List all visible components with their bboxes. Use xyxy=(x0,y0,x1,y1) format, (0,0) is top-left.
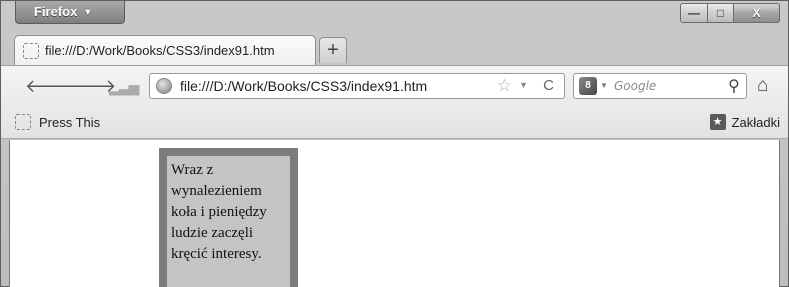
bookmark-favicon-icon xyxy=(15,114,31,130)
new-tab-button[interactable]: + xyxy=(319,37,347,63)
star-bookmark-icon[interactable]: ☆ xyxy=(497,76,512,96)
maximize-icon: □ xyxy=(716,6,725,20)
tab-active[interactable]: file:///D:/Work/Books/CSS3/index91.htm xyxy=(14,35,316,65)
minimize-button[interactable]: — xyxy=(680,3,708,23)
search-icon[interactable]: ⚲ xyxy=(728,76,740,96)
bookmark-label: Press This xyxy=(39,114,101,130)
firefox-menu-label: Firefox xyxy=(34,4,78,19)
window-controls: — □ X xyxy=(680,3,780,25)
paragraph-text: Wraz z wynalezieniem koła i pieniędzy lu… xyxy=(171,162,267,262)
navigation-toolbar: 🡐 🡒 ▂▃▅ file:///D:/Work/Books/CSS3/index… xyxy=(1,65,788,107)
browser-window: Firefox ▼ — □ X file:///D:/Work/Books/CSS… xyxy=(0,0,789,287)
bookmarks-menu-button[interactable]: ★ Zakładki xyxy=(709,114,780,130)
close-button[interactable]: X xyxy=(734,3,780,23)
globe-icon xyxy=(156,78,172,94)
signal-strength-icon: ▂▃▅ xyxy=(109,79,139,95)
tab-strip: file:///D:/Work/Books/CSS3/index91.htm + xyxy=(1,31,788,65)
url-dropdown-icon[interactable]: ▼ xyxy=(519,80,528,90)
bookmarks-star-icon: ★ xyxy=(709,114,726,130)
home-icon[interactable]: ⌂ xyxy=(757,75,768,97)
chevron-down-icon: ▼ xyxy=(83,7,93,17)
tab-title: file:///D:/Work/Books/CSS3/index91.htm xyxy=(45,43,275,58)
back-arrow-icon[interactable]: 🡐 xyxy=(25,76,73,97)
close-icon: X xyxy=(752,6,761,20)
page-content: Wraz z wynalezieniem koła i pieniędzy lu… xyxy=(9,140,780,287)
bookmarks-toolbar: Press This ★ Zakładki xyxy=(1,107,788,139)
search-engine-dropdown-icon[interactable]: ▼ xyxy=(600,81,608,90)
url-bar[interactable]: file:///D:/Work/Books/CSS3/index91.htm ☆… xyxy=(149,73,565,99)
styled-paragraph-box: Wraz z wynalezieniem koła i pieniędzy lu… xyxy=(159,148,298,287)
search-bar[interactable]: 8 ▼ Google ⚲ xyxy=(573,73,747,99)
search-engine-icon[interactable]: 8 xyxy=(579,77,597,95)
firefox-menu-button[interactable]: Firefox ▼ xyxy=(15,1,125,24)
minimize-icon: — xyxy=(688,6,700,20)
plus-icon: + xyxy=(327,39,339,61)
bookmarks-menu-label: Zakładki xyxy=(731,114,780,130)
reload-icon[interactable]: C xyxy=(543,77,554,94)
title-bar: Firefox ▼ — □ X xyxy=(1,1,788,31)
bookmark-item-press-this[interactable]: Press This xyxy=(15,114,100,130)
page-favicon-icon xyxy=(23,42,39,59)
search-input[interactable]: Google xyxy=(614,79,656,93)
url-input[interactable]: file:///D:/Work/Books/CSS3/index91.htm xyxy=(180,78,427,94)
maximize-button[interactable]: □ xyxy=(708,3,734,23)
